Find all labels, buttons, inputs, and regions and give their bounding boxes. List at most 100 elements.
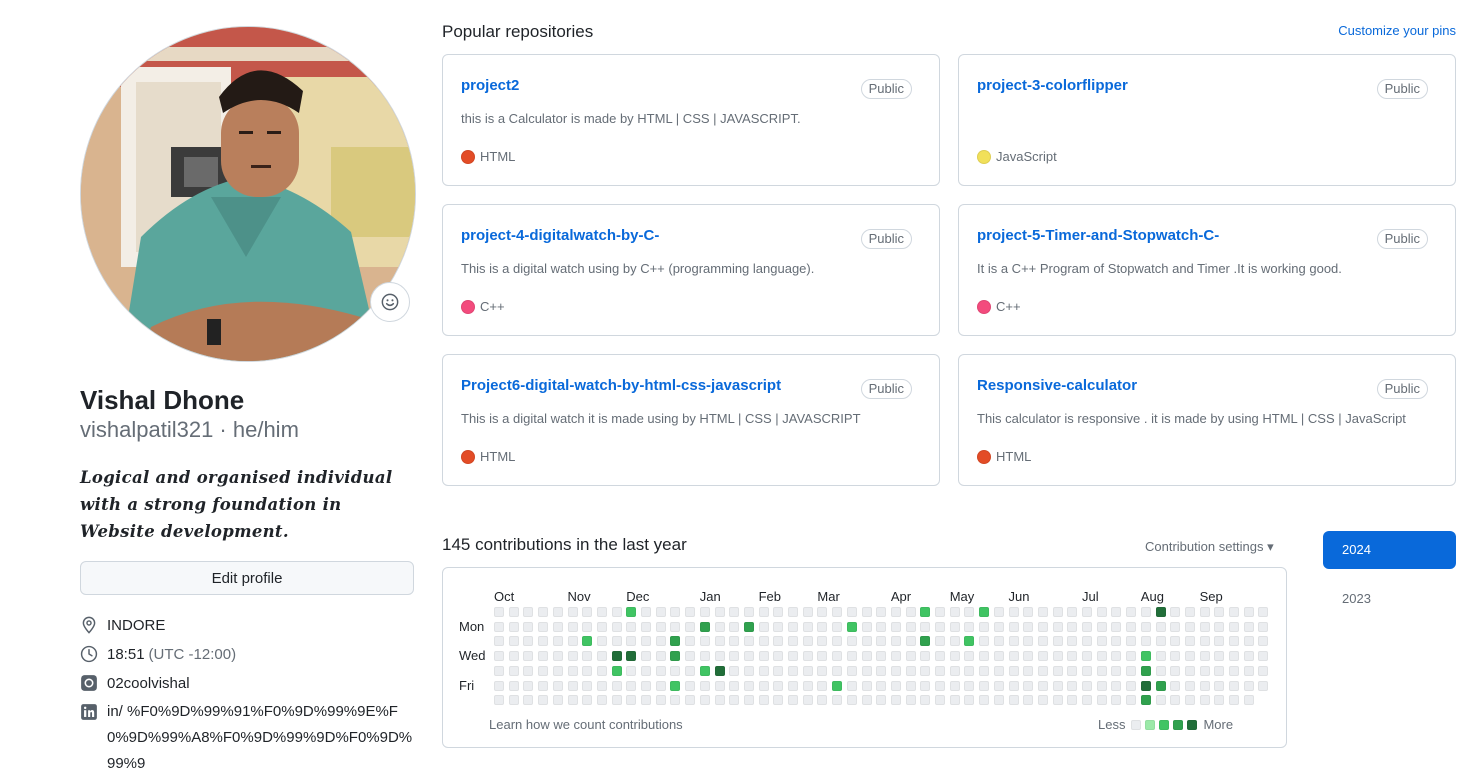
contribution-day-cell[interactable] (935, 651, 945, 662)
contribution-day-cell[interactable] (935, 636, 945, 647)
contribution-day-cell[interactable] (876, 695, 887, 706)
contribution-day-cell[interactable] (523, 695, 534, 706)
contribution-day-cell[interactable] (626, 695, 637, 706)
contribution-day-cell[interactable] (1111, 695, 1122, 706)
contribution-day-cell[interactable] (949, 621, 960, 632)
contribution-day-cell[interactable] (935, 665, 945, 676)
contribution-day-cell[interactable] (538, 607, 549, 617)
contribution-day-cell[interactable] (1126, 621, 1137, 632)
contribution-day-cell[interactable] (508, 636, 519, 647)
contribution-day-cell[interactable] (1199, 621, 1210, 632)
contribution-day-cell[interactable] (964, 621, 975, 632)
contribution-day-cell[interactable] (567, 636, 578, 647)
contribution-day-cell[interactable] (802, 636, 813, 647)
contribution-day-cell[interactable] (964, 680, 975, 691)
contribution-day-cell[interactable] (743, 607, 754, 617)
contribution-day-cell[interactable] (905, 636, 916, 647)
contribution-day-cell[interactable] (1229, 621, 1239, 632)
contribution-day-cell[interactable] (494, 680, 504, 691)
contribution-day-cell[interactable] (817, 636, 828, 647)
contribution-day-cell[interactable] (743, 680, 754, 691)
contribution-day-cell[interactable] (552, 636, 563, 647)
edit-profile-button[interactable]: Edit profile (80, 561, 414, 595)
contribution-day-cell[interactable] (1082, 621, 1092, 632)
contribution-day-cell[interactable] (1037, 607, 1048, 617)
contribution-day-cell[interactable] (758, 607, 769, 617)
contribution-day-cell[interactable] (670, 695, 681, 706)
contribution-day-cell[interactable] (552, 680, 563, 691)
contribution-day-cell[interactable] (949, 680, 960, 691)
set-status-button[interactable] (370, 282, 410, 322)
contribution-day-cell[interactable] (1170, 636, 1181, 647)
contribution-day-cell[interactable] (1111, 651, 1122, 662)
contribution-day-cell[interactable] (949, 695, 960, 706)
contribution-day-cell[interactable] (611, 607, 622, 617)
contribution-day-cell[interactable] (1023, 621, 1034, 632)
repo-link[interactable]: Responsive-calculator (977, 377, 1137, 394)
contribution-day-cell[interactable] (611, 636, 622, 647)
contribution-day-cell[interactable] (1023, 636, 1034, 647)
contribution-day-cell[interactable] (788, 621, 798, 632)
contribution-day-cell[interactable] (1082, 607, 1092, 617)
contribution-day-cell[interactable] (964, 607, 975, 617)
contribution-day-cell[interactable] (494, 665, 504, 676)
contribution-day-cell[interactable] (567, 680, 578, 691)
contribution-day-cell[interactable] (890, 621, 901, 632)
contribution-day-cell[interactable] (1258, 636, 1269, 647)
contribution-day-cell[interactable] (1140, 607, 1151, 617)
contribution-day-cell[interactable] (670, 651, 681, 662)
contribution-day-cell[interactable] (890, 695, 901, 706)
contribution-day-cell[interactable] (685, 621, 696, 632)
contribution-day-cell[interactable] (611, 680, 622, 691)
contribution-day-cell[interactable] (1052, 636, 1063, 647)
contribution-day-cell[interactable] (1008, 651, 1019, 662)
contribution-day-cell[interactable] (832, 636, 843, 647)
contribution-day-cell[interactable] (699, 607, 710, 617)
contribution-day-cell[interactable] (1155, 607, 1166, 617)
contribution-day-cell[interactable] (1170, 651, 1181, 662)
contribution-day-cell[interactable] (1229, 651, 1239, 662)
contribution-day-cell[interactable] (1155, 680, 1166, 691)
contribution-day-cell[interactable] (655, 665, 666, 676)
contribution-day-cell[interactable] (582, 607, 593, 617)
contribution-day-cell[interactable] (935, 607, 945, 617)
contribution-day-cell[interactable] (1199, 636, 1210, 647)
contribution-day-cell[interactable] (861, 607, 872, 617)
contribution-day-cell[interactable] (832, 651, 843, 662)
contribution-day-cell[interactable] (743, 651, 754, 662)
learn-contributions-link[interactable]: Learn how we count contributions (489, 717, 683, 732)
contribution-day-cell[interactable] (1111, 621, 1122, 632)
contribution-day-cell[interactable] (1067, 665, 1078, 676)
contribution-day-cell[interactable] (699, 651, 710, 662)
contribution-day-cell[interactable] (1052, 680, 1063, 691)
contribution-day-cell[interactable] (964, 695, 975, 706)
contribution-day-cell[interactable] (1111, 680, 1122, 691)
contribution-day-cell[interactable] (817, 651, 828, 662)
contribution-day-cell[interactable] (699, 621, 710, 632)
contribution-day-cell[interactable] (1037, 680, 1048, 691)
contribution-day-cell[interactable] (1111, 636, 1122, 647)
contribution-day-cell[interactable] (905, 695, 916, 706)
avatar[interactable] (80, 26, 416, 362)
contribution-day-cell[interactable] (890, 636, 901, 647)
contribution-day-cell[interactable] (714, 665, 725, 676)
contribution-day-cell[interactable] (1037, 621, 1048, 632)
contribution-day-cell[interactable] (699, 695, 710, 706)
contribution-day-cell[interactable] (670, 621, 681, 632)
contribution-day-cell[interactable] (596, 651, 607, 662)
contribution-day-cell[interactable] (552, 621, 563, 632)
contribution-day-cell[interactable] (861, 651, 872, 662)
contribution-day-cell[interactable] (802, 607, 813, 617)
contribution-day-cell[interactable] (655, 621, 666, 632)
contribution-day-cell[interactable] (773, 607, 784, 617)
contribution-day-cell[interactable] (1111, 665, 1122, 676)
contribution-day-cell[interactable] (685, 651, 696, 662)
instagram-handle[interactable]: 02coolvishal (107, 669, 190, 698)
contribution-day-cell[interactable] (729, 607, 740, 617)
contribution-day-cell[interactable] (993, 665, 1004, 676)
contribution-day-cell[interactable] (1008, 665, 1019, 676)
contribution-day-cell[interactable] (1214, 695, 1225, 706)
contribution-day-cell[interactable] (876, 680, 887, 691)
contribution-day-cell[interactable] (494, 651, 504, 662)
contribution-day-cell[interactable] (611, 665, 622, 676)
